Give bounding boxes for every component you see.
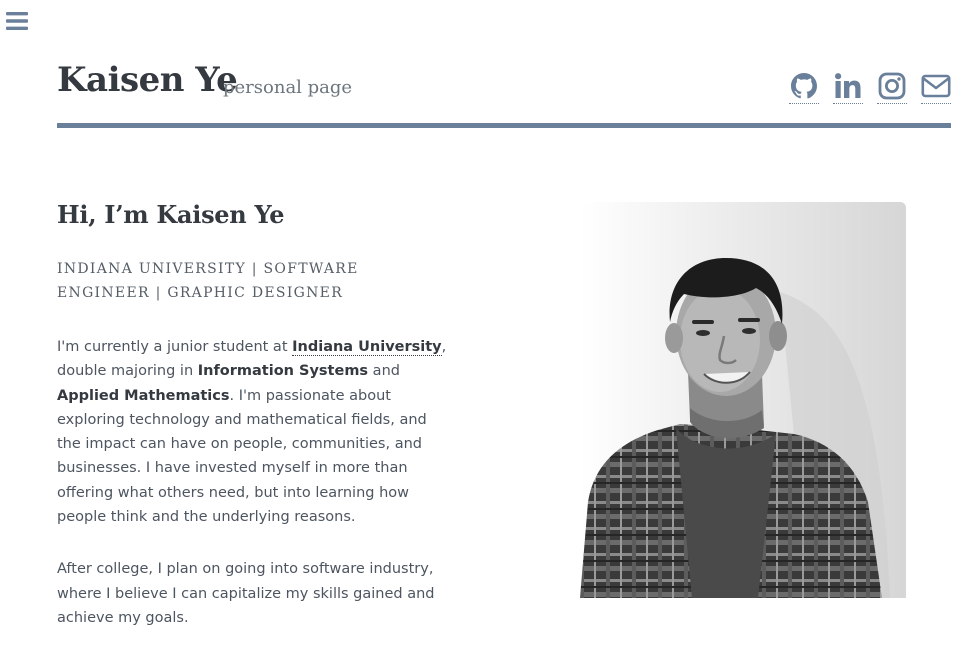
instagram-icon — [877, 71, 907, 101]
social-links — [789, 71, 951, 104]
intro-text-1: I'm currently a junior student at — [57, 339, 293, 355]
site-title[interactable]: Kaisen Ye — [57, 60, 238, 100]
site-header: Kaisen Ye personal page — [57, 60, 951, 128]
email-link[interactable] — [921, 71, 951, 104]
major-information-systems: Information Systems — [197, 363, 369, 380]
indiana-university-link[interactable]: Indiana University — [292, 339, 442, 356]
major-applied-mathematics: Applied Mathematics — [57, 387, 230, 404]
linkedin-link[interactable] — [833, 71, 863, 104]
intro-paragraph: I'm currently a junior student at Indian… — [57, 335, 447, 529]
hamburger-menu-icon — [6, 10, 28, 32]
site-subtitle: personal page — [223, 77, 353, 98]
github-link[interactable] — [789, 71, 819, 104]
tagline: INDIANA UNIVERSITY | SOFTWARE ENGINEER |… — [57, 261, 359, 301]
greeting-heading: Hi, I’m Kaisen Ye — [57, 200, 285, 229]
career-paragraph: After college, I plan on going into soft… — [57, 561, 435, 626]
profile-photo — [580, 202, 906, 598]
instagram-link[interactable] — [877, 71, 907, 104]
linkedin-icon — [833, 71, 863, 101]
github-icon — [789, 71, 819, 101]
intro-text-4: . I'm passionate about exploring technol… — [57, 387, 427, 526]
intro-text-3: and — [368, 363, 400, 380]
envelope-icon — [921, 71, 951, 101]
intro-section: Hi, I’m Kaisen Ye INDIANA UNIVERSITY | S… — [57, 200, 447, 630]
menu-toggle-button[interactable] — [6, 10, 28, 32]
